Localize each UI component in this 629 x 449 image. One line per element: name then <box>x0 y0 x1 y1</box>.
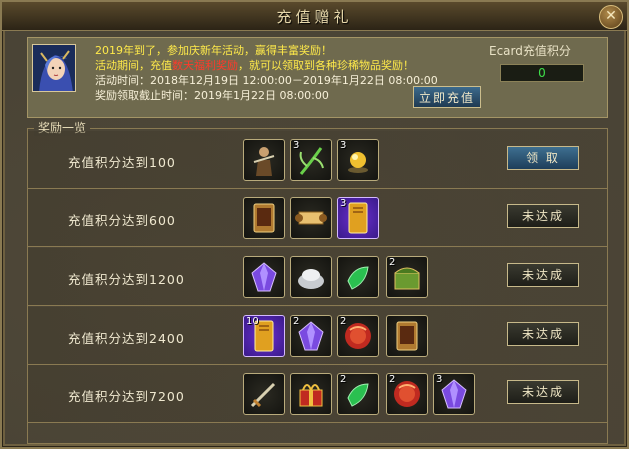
scroll-icon <box>295 211 327 225</box>
reward-item-slot[interactable]: 2 <box>337 373 379 415</box>
tier-requirement-label: 充值积分达到100 <box>68 155 176 170</box>
not-achieved-button[interactable]: 未达成 <box>507 263 579 287</box>
warrior-figure-icon <box>253 147 275 176</box>
claim-button[interactable]: 领 取 <box>507 146 579 170</box>
item-count: 2 <box>389 257 396 268</box>
item-count: 3 <box>340 140 347 151</box>
item-count: 2 <box>293 316 300 327</box>
notice-line-1: 2019年到了，参加庆新年活动，赢得丰富奖励！ <box>95 44 332 57</box>
item-count: 3 <box>340 198 347 209</box>
reward-item-slot[interactable]: 10 <box>243 315 285 357</box>
item-count: 2 <box>340 374 347 385</box>
reward-tier-row: 充值积分达到2400 10 2 2 未达成 <box>28 307 607 365</box>
reward-item-slot[interactable] <box>290 373 332 415</box>
purple-gem-icon <box>251 262 277 292</box>
reward-tier-row: 充值积分达到7200 2 2 3 未达成 <box>28 365 607 423</box>
reward-item-slot[interactable] <box>290 256 332 298</box>
reward-item-slot[interactable] <box>243 139 285 181</box>
window-title: 充值赠礼 <box>276 8 353 26</box>
reward-item-slot[interactable] <box>386 315 428 357</box>
reward-item-slot[interactable]: 2 <box>386 373 428 415</box>
jade-icon <box>347 266 369 290</box>
notice-line-2: 活动期间，充值数天福利奖励，就可以领取到各种珍稀物品奖励！ <box>95 59 414 72</box>
reward-item-slot[interactable]: 2 <box>386 256 428 298</box>
item-count: 3 <box>293 140 300 151</box>
item-count: 3 <box>436 374 443 385</box>
event-notice: 2019年到了，参加庆新年活动，赢得丰富奖励！ 活动期间，充值数天福利奖励，就可… <box>95 43 438 103</box>
reward-tier-row: 充值积分达到600 3 未达成 <box>28 189 607 247</box>
skill-book-icon <box>396 321 418 351</box>
sword-icon <box>250 382 276 408</box>
reward-item-slot[interactable]: 2 <box>337 315 379 357</box>
claim-deadline: 奖励领取截止时间：2019年1月22日 08:00:00 <box>95 89 329 102</box>
gift-box-icon <box>299 384 323 407</box>
skill-book-icon <box>253 203 275 233</box>
event-info-panel: 2019年到了，参加庆新年活动，赢得丰富奖励！ 活动期间，充值数天福利奖励，就可… <box>27 37 608 118</box>
not-achieved-button[interactable]: 未达成 <box>507 322 579 346</box>
reward-item-slot[interactable] <box>337 256 379 298</box>
not-achieved-button[interactable]: 未达成 <box>507 204 579 228</box>
title-bar[interactable]: 充值赠礼 ✕ <box>2 2 627 31</box>
item-count: 10 <box>246 316 259 327</box>
reward-item-slot[interactable]: 3 <box>290 139 332 181</box>
close-button[interactable]: ✕ <box>599 5 623 29</box>
reward-item-slot[interactable] <box>243 373 285 415</box>
ecard-points-label: Ecard充值积分 <box>489 44 571 58</box>
recharge-gift-window: 充值赠礼 ✕ 2019年到了，参加庆新年活动，赢得丰富奖励！ 活动期间，充值数天… <box>0 0 629 449</box>
notice-highlight: 数天福利奖励 <box>172 59 238 72</box>
reward-item-slot[interactable]: 3 <box>433 373 475 415</box>
item-count: 2 <box>340 316 347 327</box>
reward-item-slot[interactable]: 3 <box>337 139 379 181</box>
event-time: 活动时间：2018年12月19日 12:00:00－2019年1月22日 08:… <box>95 74 438 87</box>
reward-item-slot[interactable] <box>290 197 332 239</box>
tier-requirement-label: 充值积分达到7200 <box>68 389 185 404</box>
npc-portrait <box>32 44 76 92</box>
not-achieved-button[interactable]: 未达成 <box>507 380 579 404</box>
tier-requirement-label: 充值积分达到2400 <box>68 331 185 346</box>
tier-requirement-label: 充值积分达到1200 <box>68 272 185 287</box>
reward-item-slot[interactable] <box>243 256 285 298</box>
reward-item-slot[interactable]: 2 <box>290 315 332 357</box>
tier-requirement-label: 充值积分达到600 <box>68 213 176 228</box>
item-count: 2 <box>389 374 396 385</box>
silver-ingot-icon <box>298 269 324 289</box>
reward-tier-row: 充值积分达到1200 2 未达成 <box>28 248 607 306</box>
reward-item-slot[interactable] <box>243 197 285 239</box>
ecard-points-value: 0 <box>500 64 584 82</box>
recharge-now-button[interactable]: 立即充值 <box>413 86 481 108</box>
reward-item-slot[interactable]: 3 <box>337 197 379 239</box>
reward-tier-row: 充值积分达到100 3 3 领 取 <box>28 131 607 189</box>
close-icon: ✕ <box>605 8 617 24</box>
